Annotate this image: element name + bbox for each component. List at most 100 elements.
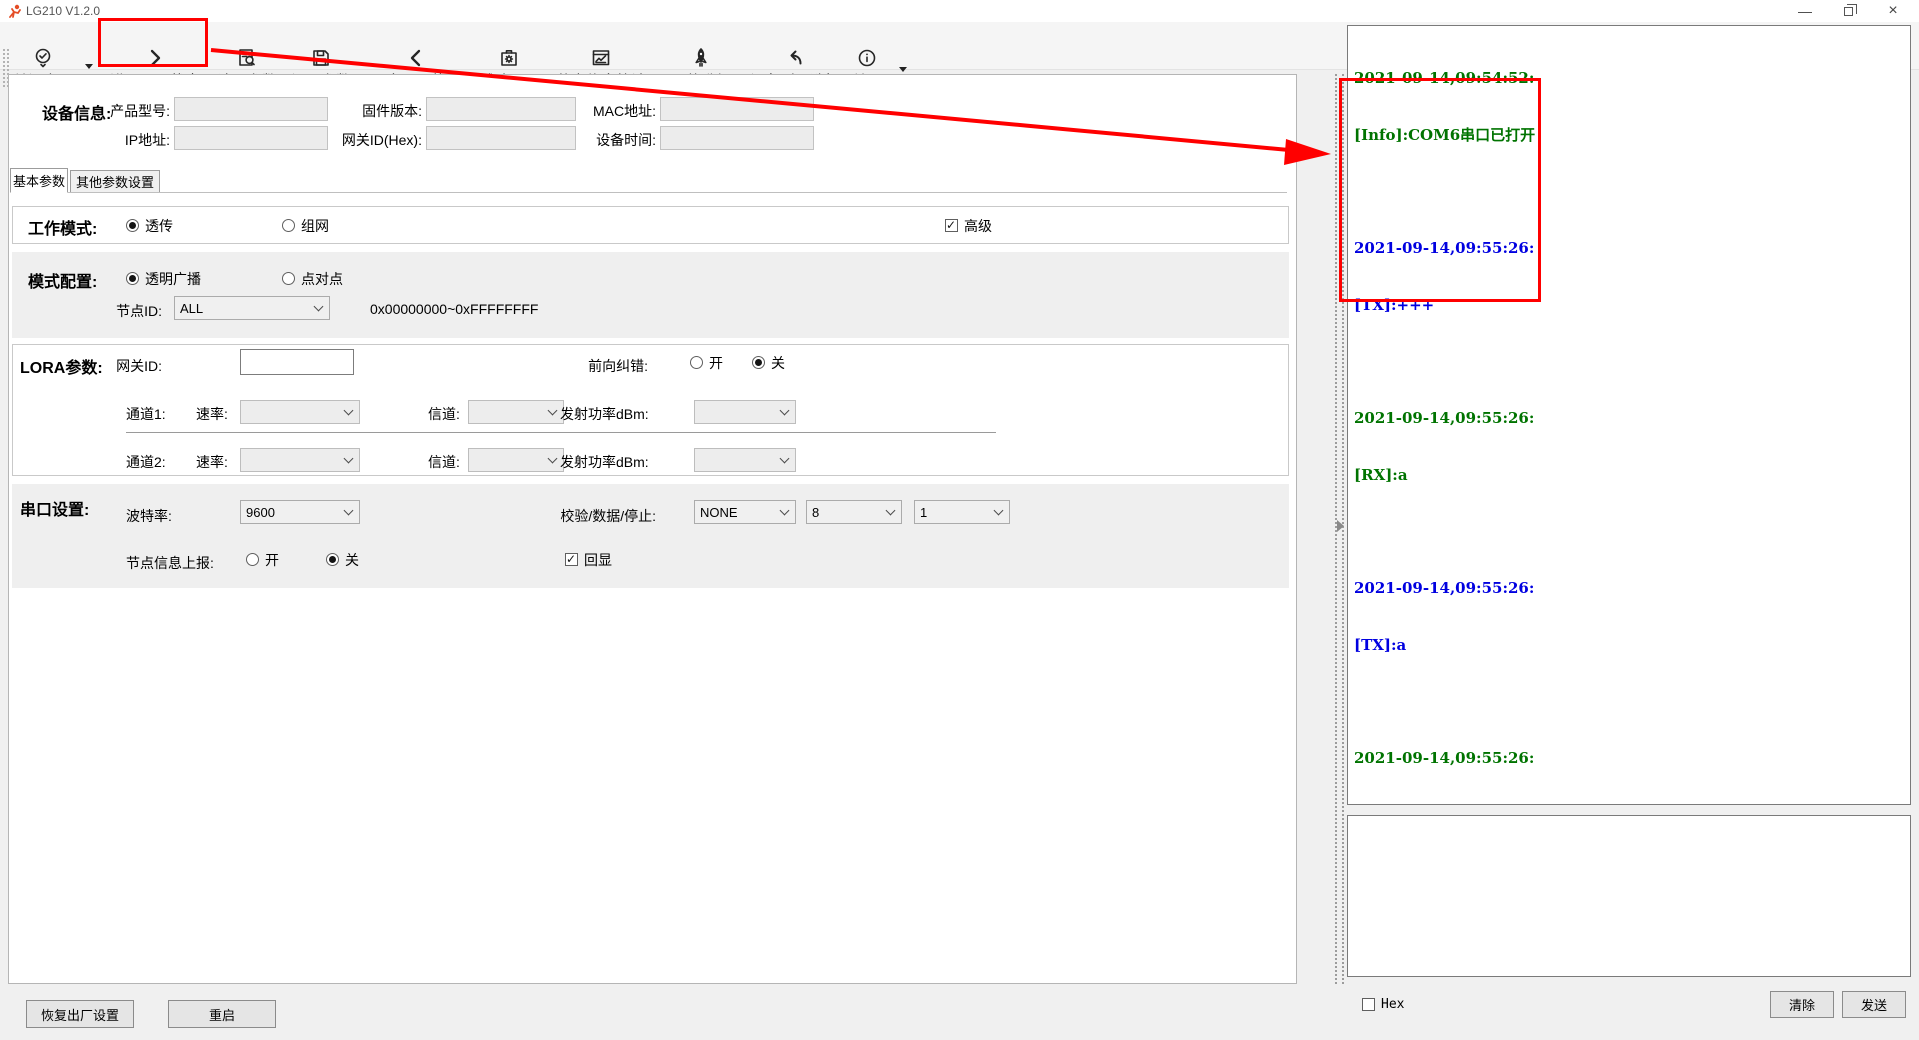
tab-other-params[interactable]: 其他参数设置 (70, 170, 160, 193)
minimize-button[interactable]: — (1788, 0, 1822, 22)
node-id-range-text: 0x00000000~0xFFFFFFFF (370, 301, 538, 317)
channel2-rate-label: 速率: (196, 452, 228, 472)
parity-select[interactable]: NONE (694, 500, 796, 524)
fec-off-radio[interactable]: 关 (752, 355, 785, 370)
panel-splitter[interactable] (1333, 74, 1347, 984)
node-report-on-radio[interactable]: 开 (246, 552, 279, 567)
toolbox-icon (498, 47, 520, 69)
save-icon (310, 47, 332, 69)
data-bits-select[interactable]: 8 (806, 500, 902, 524)
lora-gateway-id-label: 网关ID: (96, 356, 162, 376)
chevron-down-icon (344, 406, 354, 416)
work-mode-transparent-radio[interactable]: 透传 (126, 218, 173, 233)
channel-divider (126, 432, 996, 433)
channel1-power-select[interactable] (694, 400, 796, 424)
factory-reset-button[interactable]: 恢复出厂设置 (26, 1000, 134, 1028)
chevron-down-icon (344, 454, 354, 464)
gateway-id-hex-field[interactable] (426, 126, 576, 150)
work-mode-label: 工作模式: (28, 215, 97, 239)
info-icon (856, 47, 878, 69)
serial-log[interactable]: 2021-09-14,09:54:52: [Info]:COM6串口已打开 20… (1347, 25, 1911, 805)
log-entry: 2021-09-14,09:55:26: [RX]:a (1354, 371, 1906, 523)
baud-label: 波特率: (126, 506, 172, 526)
mac-address-field[interactable] (660, 97, 814, 121)
serial-dropdown-caret-icon[interactable] (85, 64, 93, 69)
close-icon: × (1888, 2, 1897, 20)
channel1-power-label: 发射功率dBm: (560, 404, 649, 424)
chevron-down-icon (344, 506, 354, 516)
echo-checkbox[interactable]: 回显 (565, 552, 612, 567)
product-model-label: 产品型号: (80, 101, 170, 121)
mac-address-label: MAC地址: (566, 101, 656, 121)
chevron-down-icon (780, 454, 790, 464)
ip-address-field[interactable] (174, 126, 328, 150)
fec-label: 前向纠错: (576, 356, 648, 376)
channel1-channel-select[interactable] (468, 400, 564, 424)
radio-icon (282, 219, 295, 232)
checkbox-icon (1362, 998, 1375, 1011)
radio-icon (326, 553, 339, 566)
fec-on-radio[interactable]: 开 (690, 355, 723, 370)
work-mode-networking-radio[interactable]: 组网 (282, 218, 329, 233)
about-dropdown-caret-icon[interactable] (899, 67, 907, 72)
minimize-icon: — (1798, 3, 1812, 19)
mode-broadcast-radio[interactable]: 透明广播 (126, 271, 201, 286)
gateway-id-hex-label: 网关ID(Hex): (332, 130, 422, 150)
channel2-power-label: 发射功率dBm: (560, 452, 649, 472)
channel1-channel-label: 信道: (428, 404, 460, 424)
channel1-rate-select[interactable] (240, 400, 360, 424)
log-entry: 2021-09-14,09:55:26: [RX]:+OK (1354, 711, 1906, 805)
radio-icon (246, 553, 259, 566)
advanced-checkbox[interactable]: 高级 (945, 218, 992, 233)
device-time-label: 设备时间: (566, 130, 656, 150)
send-input[interactable] (1347, 815, 1911, 977)
parity-label: 校验/数据/停止: (548, 506, 656, 526)
node-id-label: 节点ID: (96, 301, 162, 321)
stop-bits-select[interactable]: 1 (914, 500, 1010, 524)
splitter-collapse-icon[interactable] (1337, 520, 1344, 532)
channel2-rate-select[interactable] (240, 448, 360, 472)
app-logo-icon (7, 4, 21, 18)
baud-select[interactable]: 9600 (240, 500, 360, 524)
hex-checkbox[interactable]: Hex (1362, 997, 1404, 1012)
radio-icon (126, 272, 139, 285)
log-entry: 2021-09-14,09:54:52: [Info]:COM6串口已打开 (1354, 31, 1906, 183)
tab-page-border (10, 192, 1287, 193)
mode-config-section (12, 252, 1289, 338)
chevron-left-icon (405, 47, 427, 69)
pin-check-icon (32, 47, 54, 69)
channel1-label: 通道1: (126, 404, 166, 424)
doc-search-icon (236, 47, 258, 69)
checkbox-icon (945, 219, 958, 232)
device-time-field[interactable] (660, 126, 814, 150)
chevron-down-icon (886, 506, 896, 516)
chevron-right-icon (144, 47, 166, 69)
channel2-channel-select[interactable] (468, 448, 564, 472)
product-model-field[interactable] (174, 97, 328, 121)
channel2-channel-label: 信道: (428, 452, 460, 472)
clear-button[interactable]: 清除 (1770, 991, 1834, 1018)
lora-section-label: LORA参数: (20, 354, 103, 378)
restart-button[interactable]: 重启 (168, 1000, 276, 1028)
channel1-rate-label: 速率: (196, 404, 228, 424)
channel2-power-select[interactable] (694, 448, 796, 472)
firmware-version-field[interactable] (426, 97, 576, 121)
lora-gateway-id-input[interactable] (240, 349, 354, 375)
node-id-select[interactable]: ALL (174, 296, 330, 320)
log-entry: 2021-09-14,09:55:26: [TX]:+++ (1354, 201, 1906, 353)
chevron-down-icon (994, 506, 1004, 516)
chevron-down-icon (548, 406, 558, 416)
node-report-off-radio[interactable]: 关 (326, 552, 359, 567)
restore-button[interactable] (1831, 0, 1865, 22)
close-button[interactable]: × (1876, 0, 1910, 22)
serial-section-label: 串口设置: (20, 496, 89, 520)
radio-icon (690, 356, 703, 369)
mode-config-label: 模式配置: (28, 268, 97, 292)
send-button[interactable]: 发送 (1842, 991, 1906, 1018)
rocket-icon (690, 47, 712, 69)
node-report-label: 节点信息上报: (126, 553, 214, 573)
radio-icon (752, 356, 765, 369)
radio-icon (126, 219, 139, 232)
tab-basic-params[interactable]: 基本参数 (10, 168, 68, 193)
mode-p2p-radio[interactable]: 点对点 (282, 271, 343, 286)
